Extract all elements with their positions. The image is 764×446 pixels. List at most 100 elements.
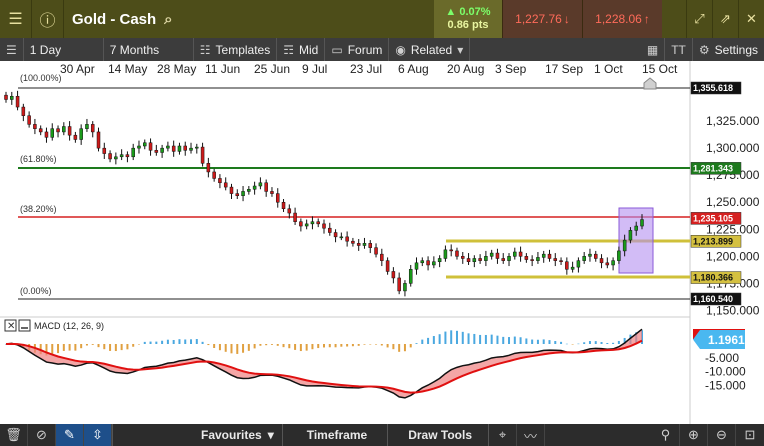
macd-histogram-bar <box>57 344 60 354</box>
interval-select[interactable]: 1 Day <box>24 38 104 61</box>
candle-body <box>218 178 222 184</box>
macd-histogram-bar <box>415 343 418 344</box>
macd-histogram-bar <box>114 344 117 352</box>
candle-body <box>38 128 43 133</box>
macd-histogram-bar <box>51 344 54 355</box>
macd-histogram-bar <box>542 339 545 344</box>
macd-histogram-bar <box>91 344 94 345</box>
candle-body <box>160 147 164 153</box>
candle-body <box>501 258 505 261</box>
crosshair-icon[interactable]: ⌖ <box>489 424 517 446</box>
move-icon[interactable]: ⇳ <box>84 424 112 446</box>
search-icon[interactable]: ⌕ <box>164 11 172 28</box>
candle-body <box>461 256 465 259</box>
related-button[interactable]: ◉ Related ▾ <box>389 38 471 61</box>
y-axis-label: 1,250.000 <box>706 195 760 209</box>
chart-area[interactable]: 30 Apr 14 May 28 May 11 Jun 25 Jun 9 Jul 23 Ju… <box>0 61 764 424</box>
no-entry-icon[interactable]: ⊘ <box>28 424 56 446</box>
templates-label: Templates <box>215 42 271 57</box>
macd-histogram-bar <box>369 344 372 345</box>
title-bar: ☰ ⓘ Gold - Cash ⌕ ▲ 0.07% 0.86 pts 1,227… <box>0 0 764 38</box>
macd-histogram-bar <box>473 333 476 344</box>
macd-histogram-bar <box>346 344 349 347</box>
x-axis-label: 11 Jun <box>205 62 240 76</box>
buy-price-button[interactable]: 1,228.06 ↑ <box>582 0 662 38</box>
candle-body <box>108 153 112 160</box>
price-change-box: ▲ 0.07% 0.86 pts <box>434 0 502 38</box>
macd-histogram-bar <box>155 341 158 344</box>
range-select[interactable]: 7 Months <box>104 38 194 61</box>
macd-histogram-bar <box>380 344 383 346</box>
candle-body <box>570 266 575 270</box>
macd-histogram-bar <box>403 344 406 352</box>
change-percent: ▲ 0.07% <box>445 6 491 18</box>
candle-body <box>397 277 401 292</box>
macd-histogram-bar <box>62 344 65 351</box>
macd-histogram-bar <box>259 344 262 346</box>
alert-marker-icon[interactable] <box>643 77 657 90</box>
candle-body <box>582 256 586 261</box>
close-icon[interactable]: ✕ <box>738 0 764 38</box>
candle-body <box>275 193 280 203</box>
draw-tools-button[interactable]: Draw Tools <box>400 424 480 446</box>
timeframe-button[interactable]: Timeframe <box>299 424 375 446</box>
x-axis-label: 9 Jul <box>302 62 327 76</box>
candle-body <box>200 146 205 164</box>
forum-button[interactable]: ▭ Forum <box>325 38 390 61</box>
price-type-select[interactable]: ☶ Mid <box>277 38 326 61</box>
macd-histogram-bar <box>143 341 146 344</box>
candle-body <box>316 221 320 225</box>
delete-icon[interactable]: 🗑 <box>0 424 28 446</box>
sidebar-toggle-button[interactable]: ☰ <box>0 38 24 61</box>
macd-histogram-bar <box>247 344 250 351</box>
macd-close-x: ✕ <box>7 321 15 332</box>
settings-button[interactable]: ⚙ Settings <box>693 38 764 61</box>
zoom-reset-icon[interactable]: ⊡ <box>736 424 764 446</box>
macd-y-axis-labels: -5.000-10.000-15.000-0.02441.1961 <box>693 329 746 392</box>
pencil-icon[interactable]: ✎ <box>56 424 84 446</box>
magnet-icon[interactable]: ⚲ <box>652 424 680 446</box>
candle-body <box>177 145 182 152</box>
zoom-out-icon[interactable]: ⊖ <box>708 424 736 446</box>
macd-histogram-bar <box>224 344 227 352</box>
candle-body <box>385 260 390 272</box>
macd-histogram-bar <box>536 339 539 344</box>
macd-histogram-bar <box>230 344 233 354</box>
price-tag: 1,213.899 <box>693 236 733 246</box>
macd-histogram-bar <box>363 344 366 345</box>
candle-body <box>634 225 638 231</box>
sell-price-button[interactable]: 1,227.76 ↓ <box>502 0 582 38</box>
macd-histogram-bar <box>490 334 493 344</box>
wave-icon[interactable]: 〰 <box>517 424 545 446</box>
candle-body <box>489 252 494 257</box>
macd-histogram-bar <box>74 344 77 351</box>
popout-icon[interactable]: ⇗ <box>712 0 738 38</box>
info-circle-icon[interactable]: ⓘ <box>32 0 64 38</box>
candle-body <box>293 212 297 222</box>
price-chart-svg[interactable]: 30 Apr 14 May 28 May 11 Jun 25 Jun 9 Jul 23 Ju… <box>0 61 764 424</box>
zoom-in-icon[interactable]: ⊕ <box>680 424 708 446</box>
candle-body <box>391 271 396 279</box>
expand-icon[interactable]: ⤢ <box>686 0 712 38</box>
templates-button[interactable]: ☷ Templates <box>194 38 278 61</box>
layout-button[interactable]: ▦ <box>641 38 666 61</box>
macd-histogram-bar <box>311 344 314 350</box>
macd-minimize-icon[interactable] <box>18 319 31 332</box>
favourites-button[interactable]: Favourites ▾ <box>193 424 282 446</box>
candle-body <box>102 147 107 154</box>
candle-body <box>328 227 332 233</box>
candle-body <box>299 221 303 227</box>
macd-histogram-bar <box>265 344 268 346</box>
candle-body <box>611 260 615 266</box>
macd-histogram-bar <box>531 339 534 344</box>
candle-body <box>495 252 500 259</box>
candle-body <box>148 142 153 151</box>
candle-body <box>617 250 621 261</box>
instrument-title[interactable]: Gold - Cash ⌕ <box>64 0 434 38</box>
candle-body <box>50 128 55 138</box>
text-tool-button[interactable]: TT <box>665 38 693 61</box>
macd-histogram-bar <box>137 344 140 345</box>
hamburger-icon[interactable]: ☰ <box>0 0 32 38</box>
sliders-icon: ☷ <box>199 42 211 57</box>
candle-body <box>137 145 141 149</box>
